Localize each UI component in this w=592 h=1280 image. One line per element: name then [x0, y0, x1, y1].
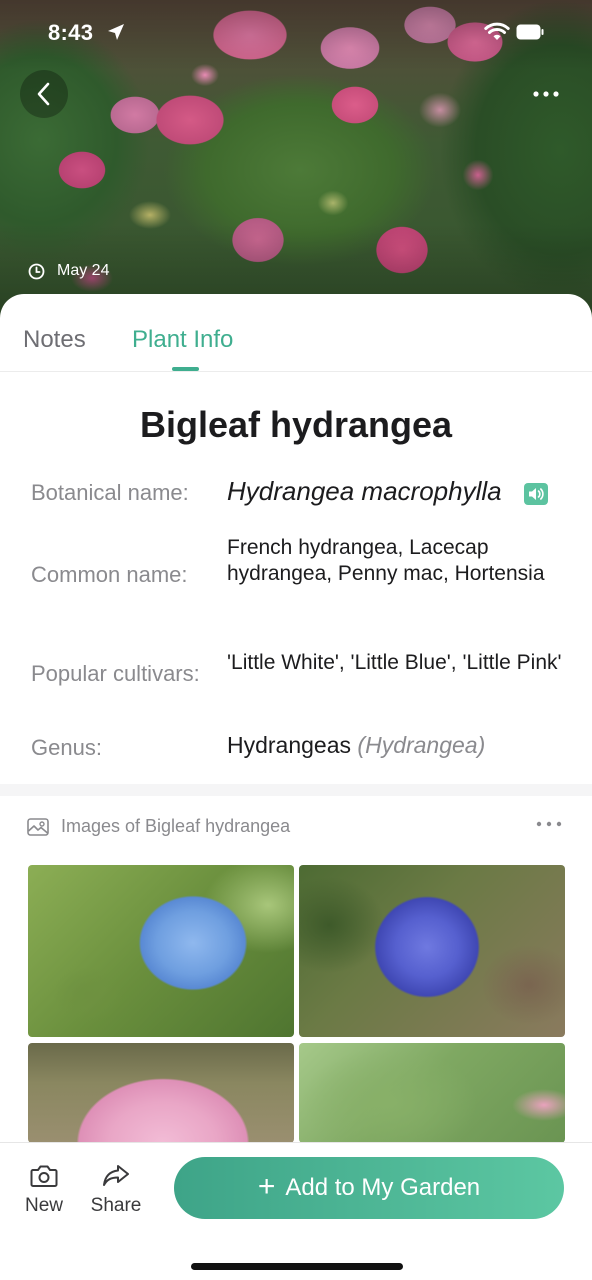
share-arrow-icon	[103, 1165, 129, 1186]
botanical-name-value: Hydrangea macrophylla	[227, 476, 502, 506]
photo-date-text: May 24	[57, 262, 110, 279]
gallery-image[interactable]	[299, 1043, 565, 1143]
popular-cultivars-value: 'Little White', 'Little Blue', 'Little P…	[227, 651, 562, 674]
photo-date: May 24	[28, 262, 109, 280]
speaker-icon	[529, 488, 544, 500]
back-button[interactable]	[20, 70, 68, 118]
pronunciation-button[interactable]	[524, 483, 548, 505]
genus-label: Genus:	[31, 735, 102, 760]
tab-plant-info[interactable]: Plant Info	[132, 326, 233, 354]
plus-icon: +	[257, 1169, 276, 1203]
bottom-action-bar: New Share + Add to My Garden	[0, 1142, 592, 1280]
images-section-header: Images of Bigleaf hydrangea	[27, 816, 290, 837]
new-button[interactable]: New	[22, 1163, 66, 1217]
new-button-label: New	[24, 1195, 63, 1216]
plant-title: Bigleaf hydrangea	[139, 404, 453, 445]
tab-notes[interactable]: Notes	[23, 326, 86, 354]
images-more-button[interactable]	[534, 814, 564, 834]
botanical-name-label: Botanical name:	[31, 480, 189, 505]
more-horizontal-icon	[536, 821, 562, 827]
common-name-label: Common name:	[31, 562, 188, 587]
wifi-icon	[484, 22, 510, 40]
genus-scientific: (Hydrangea)	[357, 732, 486, 758]
section-divider	[0, 784, 592, 796]
more-horizontal-icon	[533, 91, 559, 97]
home-indicator	[191, 1263, 403, 1270]
chevron-left-icon	[37, 82, 50, 106]
popular-cultivars-label: Popular cultivars:	[31, 661, 200, 686]
add-to-garden-label: Add to My Garden	[285, 1174, 481, 1201]
common-name-value: French hydrangea, Lacecap hydrangea, Pen…	[227, 536, 545, 585]
status-bar: 8:43	[0, 0, 592, 60]
status-time: 8:43	[48, 20, 94, 45]
images-section-title: Images of Bigleaf hydrangea	[61, 816, 291, 836]
share-button[interactable]: Share	[88, 1163, 144, 1217]
gallery-icon	[27, 817, 49, 836]
battery-icon	[516, 24, 544, 40]
share-button-label: Share	[90, 1195, 142, 1216]
gallery-image[interactable]	[299, 865, 565, 1037]
gallery-image[interactable]	[28, 1043, 294, 1143]
genus-common: Hydrangeas	[227, 732, 352, 758]
add-to-garden-button[interactable]: + Add to My Garden	[174, 1157, 564, 1219]
more-options-button[interactable]	[524, 74, 568, 114]
camera-icon	[30, 1165, 58, 1187]
plant-info-sheet: Notes Plant Info Bigleaf hydrangea Botan…	[0, 294, 592, 1280]
active-tab-indicator	[172, 367, 199, 371]
location-arrow-icon	[108, 24, 124, 40]
clock-icon	[28, 263, 45, 279]
genus-value: Hydrangeas (Hydrangea)	[227, 732, 562, 758]
gallery-image[interactable]	[28, 865, 294, 1037]
tab-bar: Notes Plant Info	[0, 294, 592, 372]
